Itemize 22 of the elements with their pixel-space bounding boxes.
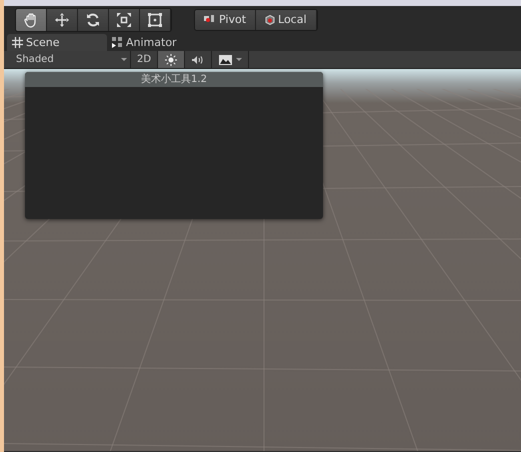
scale-icon	[116, 12, 132, 28]
sun-icon	[165, 54, 177, 66]
cube-icon	[265, 14, 276, 24]
local-button[interactable]: Local	[256, 10, 317, 30]
window-title: 美术小工具1.2	[25, 72, 323, 87]
window-tab[interactable]: Scene	[7, 34, 107, 51]
animator-icon	[112, 37, 123, 48]
tool-button[interactable]	[47, 8, 78, 30]
tool-button[interactable]	[140, 8, 171, 30]
window-tab[interactable]: Animator	[107, 34, 207, 51]
landscape-icon	[218, 54, 232, 64]
tool-button[interactable]	[16, 8, 47, 30]
tool-button[interactable]	[109, 8, 140, 30]
pivot-button[interactable]: Pivot	[195, 10, 256, 30]
lighting-toggle[interactable]	[158, 51, 185, 68]
speaker-icon	[192, 54, 204, 66]
grid-icon	[12, 37, 23, 48]
move-arrows-icon	[54, 12, 70, 28]
tool-button[interactable]	[78, 8, 109, 30]
rotate-icon	[85, 12, 101, 28]
pivot-icon	[204, 15, 216, 24]
rect-tool-icon	[147, 12, 163, 28]
